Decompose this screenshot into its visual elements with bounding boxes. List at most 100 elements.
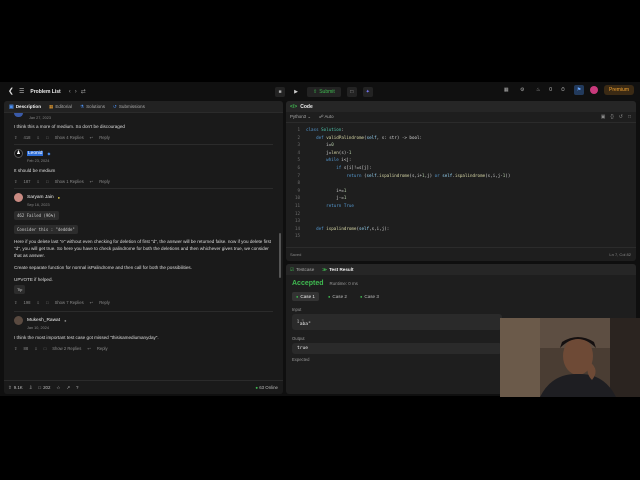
show-replies-link[interactable]: Show 1 Replies <box>55 179 84 184</box>
code-body[interactable]: 1 class Solution: 2 def validPalindrome(se… <box>286 123 636 246</box>
settings-icon[interactable]: ⚙ <box>517 85 527 95</box>
scrollbar[interactable] <box>279 233 281 278</box>
tab-testcase[interactable]: ☑ Testcase <box>290 267 314 273</box>
upvote-icon[interactable]: ⇧ <box>14 346 18 351</box>
leetcode-logo-icon[interactable]: ❮ <box>8 88 15 96</box>
dislike-button[interactable]: ⇩ <box>29 385 33 391</box>
problem-list-link[interactable]: Problem List <box>30 89 60 95</box>
reply-link[interactable]: Reply <box>99 179 110 184</box>
upvote-icon[interactable]: ⇧ <box>14 179 18 184</box>
tab-label: Testcase <box>296 267 315 272</box>
tab-solutions[interactable]: ⚗ Solutions <box>80 104 105 110</box>
avatar[interactable] <box>14 316 23 325</box>
bookmark-icon[interactable]: ▣ <box>601 114 606 120</box>
like-count: 9.1K <box>13 385 23 390</box>
line-content: if s[i]!=s[j]: <box>336 165 372 170</box>
show-replies-link[interactable]: Show 4 Replies <box>55 135 84 140</box>
upload-icon: ⇧ <box>313 88 318 95</box>
tab-label: Test Result <box>329 267 354 272</box>
avatar[interactable] <box>589 86 598 94</box>
case-tab[interactable]: ● Case 3 <box>356 292 383 301</box>
code-line[interactable]: 11 return True <box>286 202 636 209</box>
code-line[interactable]: 13 <box>286 217 636 224</box>
avatar[interactable] <box>14 113 23 117</box>
code-line[interactable]: 14 def ispalindrome(self,s,i,j): <box>286 225 636 232</box>
layout-icon[interactable]: ▦ <box>501 85 511 95</box>
tab-description[interactable]: ▣ Description <box>9 104 41 110</box>
replies-icon: □ <box>46 179 49 184</box>
next-problem-icon[interactable]: › <box>75 89 77 95</box>
code-editor-panel: </> Code Python3 ⌄ ☍ Auto ▣ {} ↺ □ 1 clas… <box>286 101 636 261</box>
reply-link[interactable]: Reply <box>99 300 110 305</box>
runtime-text: Runtime: 0 ms <box>329 281 358 286</box>
show-replies-link[interactable]: Show 2 Replies <box>52 346 81 351</box>
code-line[interactable]: 4 j=len(s)-1 <box>286 149 636 156</box>
code-line[interactable]: 5 while i<j: <box>286 156 636 163</box>
comment-text: It should be medium <box>14 167 273 174</box>
downvote-icon[interactable]: ⇩ <box>37 179 41 184</box>
case-tab[interactable]: ● Case 1 <box>292 292 319 301</box>
avatar[interactable]: ♟ <box>14 149 23 158</box>
code-line[interactable]: 3 i=0 <box>286 141 636 148</box>
code-footer: Saved Ln 7, Col 82 <box>286 247 636 261</box>
code-line[interactable]: 6 if s[i]!=s[j]: <box>286 164 636 171</box>
language-select[interactable]: Python3 ⌄ <box>290 114 311 120</box>
divider <box>14 311 273 312</box>
tab-editorial[interactable]: ▦ Editorial <box>49 104 72 110</box>
code-line[interactable]: 9 i+=1 <box>286 187 636 194</box>
show-replies-link[interactable]: Show 7 Replies <box>55 300 84 305</box>
code-line[interactable]: 12 <box>286 210 636 217</box>
auto-mode[interactable]: ☍ Auto <box>319 114 333 120</box>
reset-icon[interactable]: ↺ <box>619 114 623 120</box>
tip-tag[interactable]: Tip <box>14 285 26 294</box>
shuffle-icon[interactable]: ⇄ <box>81 88 86 95</box>
reply-link[interactable]: Reply <box>99 135 110 140</box>
avatar[interactable] <box>14 193 23 202</box>
premium-button[interactable]: Premium <box>603 85 634 95</box>
code-line[interactable]: 7 return (self.ispalindrome(s,i+1,j) or … <box>286 172 636 179</box>
timer-icon[interactable]: ⏱ <box>558 85 568 95</box>
favorite-button[interactable]: ☆ <box>56 385 60 391</box>
reply-link[interactable]: Reply <box>97 346 108 351</box>
like-button[interactable]: ⇧ 9.1K <box>8 385 23 391</box>
code-snippet: 462 Failed (96%) <box>14 211 59 220</box>
case-tab[interactable]: ● Case 2 <box>324 292 351 301</box>
submit-button[interactable]: ⇧ Submit <box>307 86 341 97</box>
share-button[interactable]: ↗ <box>66 385 70 391</box>
fire-icon[interactable]: ♨ <box>533 85 543 95</box>
expand-icon[interactable]: □ <box>628 114 631 120</box>
tab-submissions[interactable]: ↺ Submissions <box>113 104 145 110</box>
code-icon: </> <box>290 103 298 110</box>
code-line[interactable]: 8 <box>286 179 636 186</box>
tab-test-result[interactable]: ≫ Test Result <box>322 267 353 273</box>
format-icon[interactable]: {} <box>610 114 613 120</box>
run-icon[interactable]: ▶ <box>291 87 301 97</box>
line-content: return (self.ispalindrome(s,i+1,j) or se… <box>346 172 511 178</box>
commenter-name[interactable]: Saryam Jain <box>27 195 54 200</box>
upvote-icon[interactable]: ⇧ <box>14 300 18 305</box>
line-number: 11 <box>294 203 300 208</box>
code-line[interactable]: 10 j-=1 <box>286 194 636 201</box>
comments-button[interactable]: □ 202 <box>38 385 50 390</box>
code-line[interactable]: 2 def validPalindrome(self, s: str) -> b… <box>286 134 636 141</box>
notes-icon[interactable]: □ <box>346 86 357 97</box>
downvote-icon[interactable]: ⇩ <box>34 346 38 351</box>
prev-problem-icon[interactable]: ‹ <box>69 89 71 95</box>
upvote-icon[interactable]: ⇧ <box>14 135 18 140</box>
debug-icon[interactable]: ■ <box>275 86 285 97</box>
line-number: 4 <box>297 149 300 155</box>
streak-count: 0 <box>549 87 552 93</box>
help-button[interactable]: ? <box>76 385 78 390</box>
commenter-name[interactable]: Leonid <box>27 151 44 156</box>
code-line[interactable]: 1 class Solution: <box>286 126 636 133</box>
code-line[interactable]: 15 <box>286 232 636 239</box>
notification-icon[interactable]: ⚑ <box>573 85 584 95</box>
commenter-name[interactable]: Mukesh_Rawat <box>27 318 60 323</box>
reply-icon: ↩ <box>89 135 94 140</box>
ai-assist-icon[interactable]: ✦ <box>362 86 373 97</box>
downvote-icon[interactable]: ⇩ <box>37 135 41 140</box>
downvote-icon[interactable]: ⇩ <box>37 300 41 305</box>
comment-actions: ⇧ 187 ⇩ □ Show 1 Replies ↩ Reply <box>14 179 273 184</box>
problem-list-icon[interactable]: ☰ <box>19 88 24 95</box>
vote-count: 418 <box>23 135 31 140</box>
